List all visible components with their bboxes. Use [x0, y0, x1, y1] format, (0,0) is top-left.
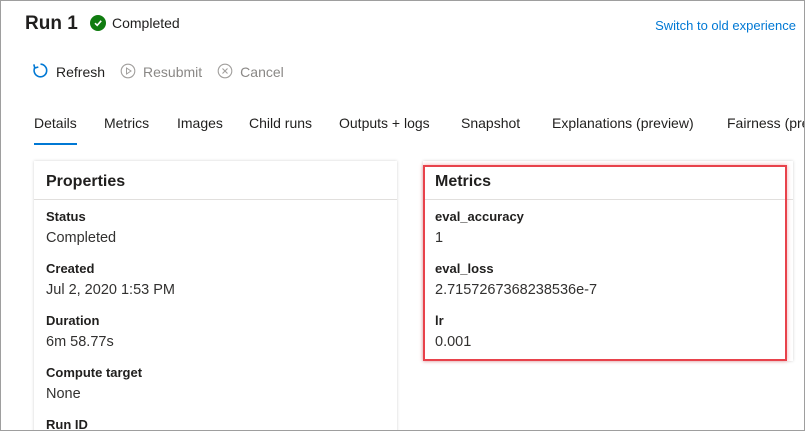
play-circle-icon [120, 63, 136, 82]
field-value: 0.001 [435, 334, 472, 350]
resubmit-label: Resubmit [143, 64, 203, 80]
properties-title: Properties [46, 173, 126, 190]
field-label: Duration [46, 313, 100, 328]
metric-lr: lr 0.001 [435, 313, 471, 351]
field-value: Jul 2, 2020 1:53 PM [46, 282, 175, 298]
metric-eval-loss: eval_loss 2.7157267368238536e-7 [435, 261, 597, 299]
tab-details[interactable]: Details [34, 115, 77, 145]
checkmark-circle-icon [90, 15, 106, 31]
property-created: Created Jul 2, 2020 1:53 PM [46, 261, 175, 299]
field-label: eval_accuracy [435, 209, 524, 224]
status-badge: Completed [90, 15, 180, 31]
property-duration: Duration 6m 58.77s [46, 313, 114, 351]
field-label: Compute target [46, 365, 143, 380]
divider [423, 199, 793, 200]
field-value: 6m 58.77s [46, 334, 114, 350]
field-value: Completed [46, 230, 117, 246]
page-title: Run 1 [25, 13, 78, 34]
tab-snapshot[interactable]: Snapshot [461, 115, 520, 145]
resubmit-button[interactable]: Resubmit [120, 63, 202, 82]
cancel-circle-icon [217, 63, 233, 82]
field-value: 2.7157267368238536e-7 [435, 282, 598, 298]
cancel-label: Cancel [240, 64, 284, 80]
run-details-page: Run 1 Completed Switch to old experience… [0, 0, 805, 431]
tab-bar: Details Metrics Images Child runs Output… [34, 115, 804, 145]
field-value: None [46, 386, 81, 402]
field-label: Status [46, 209, 86, 224]
property-compute-target: Compute target None [46, 365, 142, 403]
field-label: lr [435, 313, 444, 328]
property-status: Status Completed [46, 209, 116, 247]
cancel-button[interactable]: Cancel [217, 63, 284, 82]
tab-images[interactable]: Images [177, 115, 223, 145]
divider [34, 199, 397, 200]
metrics-title: Metrics [435, 173, 492, 190]
properties-card: Properties Status Completed Created Jul … [34, 161, 397, 431]
property-run-id: Run ID [46, 417, 88, 431]
metric-eval-accuracy: eval_accuracy 1 [435, 209, 524, 247]
tab-outputs-logs[interactable]: Outputs + logs [339, 115, 430, 145]
metrics-card: Metrics eval_accuracy 1 eval_loss 2.7157… [423, 161, 793, 361]
toolbar: Refresh Resubmit Cancel [32, 62, 299, 82]
field-label: Run ID [46, 417, 88, 431]
refresh-label: Refresh [56, 64, 106, 80]
tab-metrics[interactable]: Metrics [104, 115, 149, 145]
refresh-button[interactable]: Refresh [32, 62, 105, 82]
field-label: eval_loss [435, 261, 494, 276]
tab-child-runs[interactable]: Child runs [249, 115, 312, 145]
field-value: 1 [435, 230, 444, 246]
tab-fairness[interactable]: Fairness (preview) [727, 115, 804, 145]
refresh-icon [32, 62, 49, 82]
status-text: Completed [112, 15, 180, 31]
field-label: Created [46, 261, 95, 276]
switch-to-old-experience-link[interactable]: Switch to old experience [655, 18, 796, 33]
tab-explanations[interactable]: Explanations (preview) [552, 115, 694, 145]
